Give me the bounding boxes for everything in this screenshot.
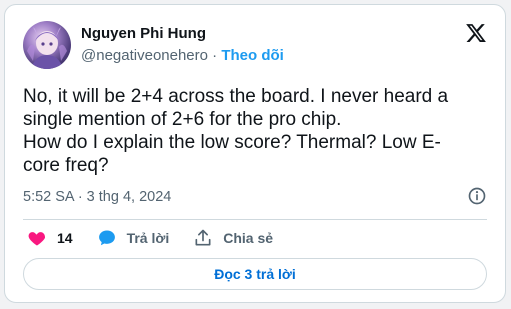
action-bar: 14 Trả lời Chia sẻ [27, 227, 297, 249]
follow-link[interactable]: Theo dõi [221, 47, 284, 64]
author-name[interactable]: Nguyen Phi Hung [81, 25, 206, 42]
tweet-timestamp[interactable]: 5:52 SA · 3 thg 4, 2024 [23, 189, 171, 205]
like-button[interactable]: 14 [27, 228, 73, 248]
speech-bubble-icon [98, 230, 115, 246]
share-icon [195, 229, 211, 246]
info-icon[interactable] [467, 186, 487, 206]
tweet-text: No, it will be 2+4 across the board. I n… [23, 86, 449, 176]
author-meta-row: @negativeonehero · Theo dõi [81, 47, 284, 64]
read-replies-button[interactable]: Đọc 3 trả lời [23, 258, 487, 290]
share-label: Chia sẻ [223, 230, 274, 246]
tweet-card: Nguyen Phi Hung @negativeonehero · Theo … [4, 4, 506, 303]
read-replies-label: Đọc 3 trả lời [214, 266, 296, 282]
separator-dot: · [208, 47, 222, 64]
reply-button[interactable]: Trả lời [97, 228, 170, 248]
avatar[interactable] [23, 21, 71, 69]
x-logo-icon[interactable] [465, 22, 487, 44]
reply-label: Trả lời [126, 230, 170, 246]
like-count: 14 [57, 230, 73, 246]
share-button[interactable]: Chia sẻ [193, 228, 273, 248]
author-handle[interactable]: @negativeonehero [81, 47, 208, 64]
divider [23, 219, 487, 220]
avatar-image [27, 27, 67, 69]
heart-icon [28, 232, 46, 246]
